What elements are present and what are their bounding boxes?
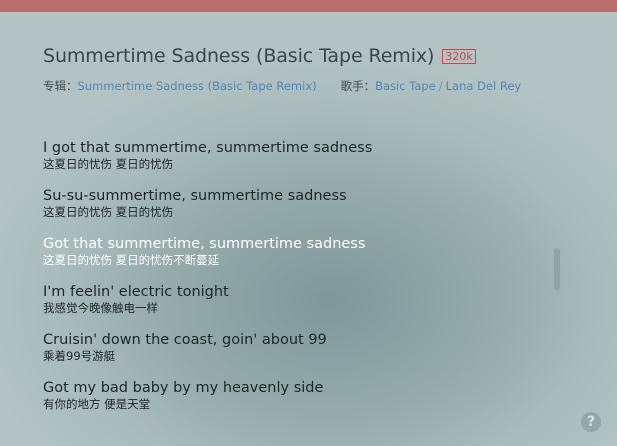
window-top-bar — [0, 0, 617, 12]
artist-link-lana-del-rey[interactable]: Lana Del Rey — [446, 79, 522, 93]
lyrics-scrollbar-thumb[interactable] — [554, 248, 560, 290]
lyric-line[interactable]: I'm feelin' electric tonight 我感觉今晚像触电一样 — [43, 283, 372, 331]
album-label: 专辑： — [43, 79, 78, 93]
lyric-translation: 有你的地方 便是天堂 — [43, 397, 151, 411]
lyrics-panel[interactable]: I got that summertime, summertime sadnes… — [43, 139, 372, 427]
lyric-original: Su-su-summertime, summertime sadness — [43, 188, 347, 204]
help-icon[interactable]: ? — [581, 412, 601, 432]
lyric-translation: 这夏日的忧伤 夏日的忧伤不断蔓延 — [43, 253, 220, 267]
lyric-translation: 乘着99号游艇 — [43, 349, 116, 363]
lyric-line[interactable]: I got that summertime, summertime sadnes… — [43, 139, 372, 187]
artist-link-basic-tape[interactable]: Basic Tape — [375, 79, 436, 93]
lyric-original: I'm feelin' electric tonight — [43, 284, 229, 300]
quality-badge: 320k — [442, 48, 476, 64]
lyric-line-current[interactable]: Got that summertime, summertime sadness … — [43, 235, 372, 283]
song-meta: 专辑：Summertime Sadness (Basic Tape Remix)… — [43, 78, 521, 94]
song-title: Summertime Sadness (Basic Tape Remix) — [43, 45, 435, 67]
artist-separator: / — [438, 79, 443, 93]
lyric-original: I got that summertime, summertime sadnes… — [43, 140, 373, 156]
lyric-translation: 这夏日的忧伤 夏日的忧伤 — [43, 205, 174, 219]
artist-label: 歌手： — [340, 79, 376, 93]
lyric-original: Got that summertime, summertime sadness — [43, 236, 366, 252]
lyric-line[interactable]: Cruisin' down the coast, goin' about 99 … — [43, 331, 372, 379]
song-header: Summertime Sadness (Basic Tape Remix) 32… — [43, 44, 476, 68]
lyric-translation: 我感觉今晚像触电一样 — [43, 301, 158, 315]
lyric-translation: 这夏日的忧伤 夏日的忧伤 — [43, 157, 174, 171]
lyric-line[interactable]: Got my bad baby by my heavenly side 有你的地… — [43, 379, 372, 427]
lyric-original: Got my bad baby by my heavenly side — [43, 380, 324, 396]
lyric-original: Cruisin' down the coast, goin' about 99 — [43, 332, 327, 348]
lyric-line[interactable]: Su-su-summertime, summertime sadness 这夏日… — [43, 187, 372, 235]
album-link[interactable]: Summertime Sadness (Basic Tape Remix) — [78, 79, 317, 93]
